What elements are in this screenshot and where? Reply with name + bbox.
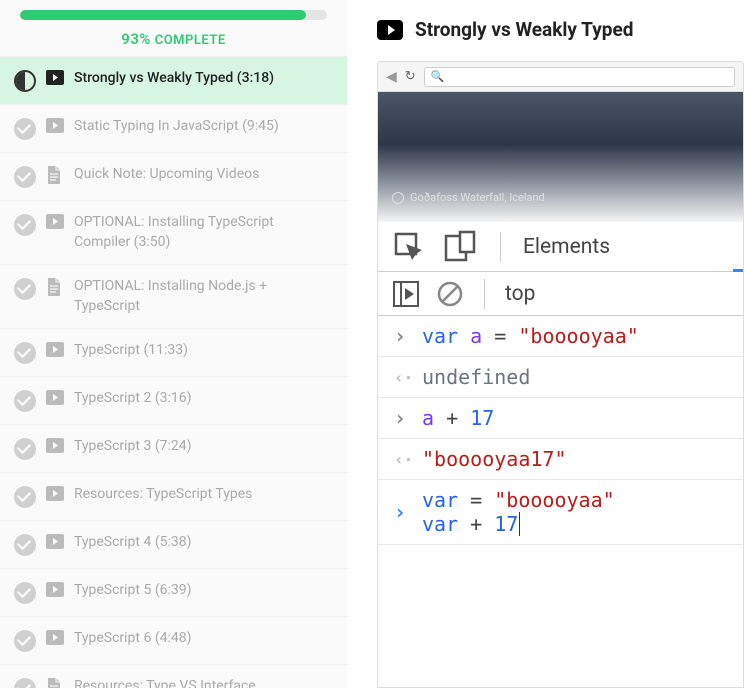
- url-bar[interactable]: 🔍: [424, 67, 735, 87]
- divider: [484, 279, 485, 309]
- lesson-item[interactable]: OPTIONAL: Installing TypeScript Compiler…: [0, 201, 347, 265]
- video-icon: [377, 20, 403, 40]
- tab-elements[interactable]: Elements: [523, 235, 610, 259]
- check-icon: [14, 118, 36, 140]
- check-icon: [14, 582, 36, 604]
- console-bar: top: [378, 272, 743, 316]
- divider: [500, 232, 501, 262]
- lesson-list: Strongly vs Weakly Typed (3:18) Static Ty…: [0, 56, 347, 688]
- lesson-title: TypeScript 4 (5:38): [74, 533, 191, 553]
- back-icon[interactable]: ◀: [386, 69, 397, 85]
- doc-icon: [46, 278, 64, 296]
- lesson-title: OPTIONAL: Installing TypeScript Compiler…: [74, 213, 333, 252]
- active-input-arrow-icon: ›: [394, 500, 414, 524]
- lesson-title: Resources: TypeScript Types: [74, 485, 252, 505]
- clear-icon[interactable]: [436, 280, 464, 308]
- gear-icon: [392, 192, 404, 204]
- check-icon: [14, 630, 36, 652]
- lesson-title: TypeScript 5 (6:39): [74, 581, 191, 601]
- inspect-icon[interactable]: [392, 230, 426, 264]
- console-line: ‹· "booooyaa17": [378, 439, 743, 480]
- devtools-tabs: Elements: [378, 222, 743, 272]
- check-icon: [14, 278, 36, 300]
- content-pane: Strongly vs Weakly Typed ◀ ↻ 🔍 Goðafoss …: [347, 0, 744, 688]
- code-text: var = "booooyaa"var + 17: [422, 488, 615, 536]
- progress-fill: [20, 10, 306, 20]
- console-line: › var a = "booooyaa": [378, 316, 743, 357]
- lesson-title: OPTIONAL: Installing Node.js + TypeScrip…: [74, 277, 333, 316]
- device-icon[interactable]: [444, 230, 478, 264]
- video-icon: [46, 438, 64, 453]
- hero-caption: Goðafoss Waterfall, Iceland: [392, 191, 545, 204]
- lesson-title: TypeScript 6 (4:48): [74, 629, 191, 649]
- doc-icon: [46, 678, 64, 688]
- input-arrow-icon: ›: [394, 324, 414, 348]
- video-icon: [46, 342, 64, 357]
- input-arrow-icon: ›: [394, 406, 414, 430]
- browser-toolbar: ◀ ↻ 🔍: [378, 62, 743, 92]
- lesson-item[interactable]: Resources: TypeScript Types: [0, 473, 347, 521]
- check-icon: [14, 214, 36, 236]
- active-tab-indicator: [733, 269, 743, 272]
- console-output: › var a = "booooyaa" ‹· undefined › a + 17 ‹· "…: [378, 316, 743, 545]
- video-icon: [46, 630, 64, 645]
- lesson-item[interactable]: Strongly vs Weakly Typed (3:18): [0, 57, 347, 105]
- video-icon: [46, 390, 64, 405]
- lesson-item[interactable]: Quick Note: Upcoming Videos: [0, 153, 347, 201]
- lesson-title: TypeScript (11:33): [74, 341, 188, 361]
- progress-label: 93% COMPLETE: [20, 30, 327, 48]
- progress-area: 93% COMPLETE: [0, 0, 347, 56]
- video-area: ◀ ↻ 🔍 Goðafoss Waterfall, Iceland: [377, 61, 744, 688]
- check-icon: [14, 342, 36, 364]
- lesson-title: Strongly vs Weakly Typed (3:18): [74, 69, 274, 89]
- video-icon: [46, 118, 64, 133]
- reload-icon[interactable]: ↻: [405, 69, 416, 84]
- lesson-title: Quick Note: Upcoming Videos: [74, 165, 259, 185]
- console-line[interactable]: › var = "booooyaa"var + 17: [378, 480, 743, 545]
- video-icon: [46, 214, 64, 229]
- lesson-item[interactable]: TypeScript 4 (5:38): [0, 521, 347, 569]
- lesson-item[interactable]: TypeScript 6 (4:48): [0, 617, 347, 665]
- lesson-title: Resources: Type VS Interface: [74, 677, 256, 688]
- search-icon: 🔍: [431, 70, 445, 83]
- execute-icon[interactable]: [392, 280, 420, 308]
- lesson-item[interactable]: TypeScript (11:33): [0, 329, 347, 377]
- console-line: ‹· undefined: [378, 357, 743, 398]
- check-icon: [14, 678, 36, 688]
- output-arrow-icon: ‹·: [394, 450, 414, 469]
- console-line: › a + 17: [378, 398, 743, 439]
- check-icon: [14, 438, 36, 460]
- doc-icon: [46, 166, 64, 184]
- lesson-title: TypeScript 2 (3:16): [74, 389, 191, 409]
- video-icon: [46, 534, 64, 549]
- lesson-title: Static Typing In JavaScript (9:45): [74, 117, 279, 137]
- lesson-item[interactable]: TypeScript 5 (6:39): [0, 569, 347, 617]
- lesson-item[interactable]: OPTIONAL: Installing Node.js + TypeScrip…: [0, 265, 347, 329]
- code-text: "booooyaa17": [422, 447, 567, 471]
- sidebar: 93% COMPLETE Strongly vs Weakly Typed (3…: [0, 0, 347, 688]
- lesson-item[interactable]: Static Typing In JavaScript (9:45): [0, 105, 347, 153]
- lesson-item[interactable]: TypeScript 3 (7:24): [0, 425, 347, 473]
- video-icon: [46, 70, 64, 85]
- console-context[interactable]: top: [505, 282, 535, 306]
- check-icon: [14, 534, 36, 556]
- code-text: a + 17: [422, 406, 494, 430]
- lesson-item[interactable]: Resources: Type VS Interface: [0, 665, 347, 688]
- progress-bar: [20, 10, 327, 20]
- hero-image: Goðafoss Waterfall, Iceland: [378, 92, 743, 222]
- check-icon: [14, 390, 36, 412]
- check-icon: [14, 486, 36, 508]
- output-arrow-icon: ‹·: [394, 368, 414, 387]
- browser-frame: ◀ ↻ 🔍 Goðafoss Waterfall, Iceland: [377, 61, 744, 688]
- check-icon: [14, 166, 36, 188]
- lesson-title: TypeScript 3 (7:24): [74, 437, 191, 457]
- video-icon: [46, 582, 64, 597]
- code-text: var a = "booooyaa": [422, 324, 639, 348]
- code-text: undefined: [422, 365, 530, 389]
- progress-half-icon: [14, 70, 36, 92]
- video-icon: [46, 486, 64, 501]
- page-title: Strongly vs Weakly Typed: [415, 18, 633, 41]
- lesson-item[interactable]: TypeScript 2 (3:16): [0, 377, 347, 425]
- content-header: Strongly vs Weakly Typed: [377, 18, 744, 41]
